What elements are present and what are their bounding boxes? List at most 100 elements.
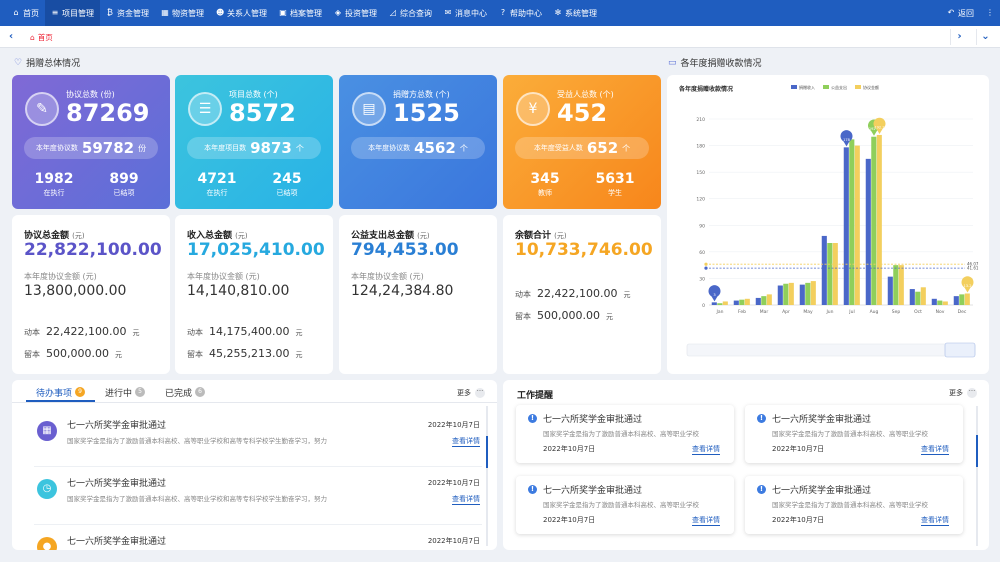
reminder-more-button[interactable]: 更多 ··· — [949, 388, 977, 398]
nav-item-4[interactable]: ☻ 关系人管理 — [210, 0, 273, 26]
reminder-detail-link[interactable]: 查看详情 — [921, 444, 949, 455]
tab-scroll-right-button[interactable]: › — [950, 29, 968, 45]
reminder-card-desc: 国家奖学金是指为了激励普通本科高校、高等职业学校 — [543, 501, 699, 509]
amount-annual-label: 本年度协议金额 (元) — [187, 272, 260, 281]
chart-title: 各年度捐赠收款情况 — [678, 85, 733, 93]
todo-item[interactable]: ▦ 七一六所奖学金审批通过 国家奖学金是指为了激励普通本科高校、高等职业学校和高等专… — [34, 418, 484, 468]
bar — [865, 158, 871, 305]
nav-item-5[interactable]: ▣ 档案管理 — [273, 0, 328, 26]
todo-tab-2[interactable]: 已完成 6 — [155, 380, 215, 402]
todo-more-label: 更多 — [457, 389, 471, 397]
nav-item-6[interactable]: ◈ 投资管理 — [328, 0, 383, 26]
todo-item[interactable]: ◷ 七一六所奖学金审批通过 国家奖学金是指为了激励普通本科高校、高等职业学校和高等专… — [34, 476, 484, 526]
kpi-sub-value: 245 — [272, 171, 302, 187]
x-tick-label: Jan — [716, 309, 724, 315]
nav-item-1[interactable]: ≡ 项目管理 — [45, 0, 100, 26]
amount-annual-value: 124,24,384.80 — [351, 283, 454, 299]
bar — [717, 303, 723, 305]
tab-home[interactable]: ⌂ 首页 — [26, 30, 57, 44]
todo-title: 七一六所奖学金审批通过 — [67, 479, 167, 489]
divider — [34, 466, 482, 467]
reminder-card[interactable]: ! 七一六所奖学金审批通过 国家奖学金是指为了激励普通本科高校、高等职业学校 2022… — [745, 405, 963, 463]
home-icon: ⌂ — [30, 32, 35, 42]
zoom-slider-track[interactable] — [686, 343, 976, 357]
amount-detail-row: 动本 22,422,100.00 元 — [24, 325, 139, 338]
zoom-slider-handle[interactable] — [944, 342, 976, 358]
x-tick-label: Mar — [760, 309, 769, 315]
todo-item[interactable]: ● 七一六所奖学金审批通过 2022年10月7日 — [34, 534, 484, 550]
nav-item-7[interactable]: ◿ 综合查询 — [383, 0, 438, 26]
nav-item-8[interactable]: ✉ 消息中心 — [438, 0, 493, 26]
contact-card-icon: ▤ — [352, 92, 386, 126]
bar — [931, 298, 937, 305]
y-tick-label: 0 — [702, 303, 705, 309]
calendar-icon: ▦ — [37, 421, 57, 441]
todo-tab-0[interactable]: 待办事项 9 — [26, 380, 96, 402]
reminder-card[interactable]: ! 七一六所奖学金审批通过 国家奖学金是指为了激励普通本科高校、高等职业学校 2022… — [516, 476, 734, 534]
bar — [937, 300, 943, 305]
reminder-detail-link[interactable]: 查看详情 — [692, 515, 720, 526]
reminder-card-date: 2022年10月7日 — [772, 445, 825, 453]
clipboard-icon: ☰ — [188, 92, 222, 126]
reminder-scrollbar-thumb[interactable] — [976, 435, 978, 467]
todo-scrollbar[interactable] — [486, 406, 488, 546]
todo-tab-count-badge: 5 — [135, 387, 146, 397]
yearly-bar-chart: 各年度捐赠收款情况 捐赠收入 公益支出 协议金额 0 30 60 90 120 150 180 210… — [678, 84, 979, 358]
chevron-right-icon: › — [957, 31, 962, 42]
nav-item-3[interactable]: ▦ 物资管理 — [155, 0, 210, 26]
amount-value: 22,822,100.00 — [24, 240, 162, 260]
pin-marker-label: 192.2 — [874, 125, 884, 129]
mail-icon: ✉ — [444, 8, 452, 17]
more-menu-button[interactable]: ⋮ — [980, 0, 1000, 26]
kpi-card: ¥ 受益人总数 (个) 452 本年度受益人数 652 个 345 教师 5631 学生 — [503, 75, 661, 209]
todo-scrollbar-thumb[interactable] — [486, 436, 488, 468]
more-vertical-icon: ⋮ — [986, 8, 994, 17]
nav-item-label: 综合查询 — [400, 8, 432, 18]
nav-item-10[interactable]: ✻ 系统管理 — [548, 0, 603, 26]
reminder-scrollbar[interactable] — [976, 406, 978, 546]
more-dots-icon: ··· — [967, 388, 977, 398]
bar — [739, 299, 745, 305]
back-button[interactable]: ↶ 返回 — [941, 0, 980, 26]
x-tick-label: May — [803, 309, 813, 315]
kpi-sub-stat: 5631 学生 — [585, 171, 645, 198]
kpi-sub-label: 在执行 — [206, 189, 228, 197]
nav-item-9[interactable]: ? 帮助中心 — [493, 0, 548, 26]
back-label: 返回 — [958, 8, 974, 18]
reference-line-label: 41.61 — [967, 266, 979, 271]
todo-date: 2022年10月7日 — [427, 537, 480, 545]
nav-item-label: 帮助中心 — [510, 8, 542, 18]
amount-detail-value: 22,422,100.00 — [537, 287, 618, 300]
amount-detail-value: 45,255,213.00 — [209, 347, 290, 360]
kpi-annual-label: 本年度受益人数 — [533, 144, 583, 152]
reminder-card[interactable]: ! 七一六所奖学金审批通过 国家奖学金是指为了激励普通本科高校、高等职业学校 2022… — [745, 476, 963, 534]
todo-detail-link[interactable]: 查看详情 — [452, 494, 480, 505]
reminder-panel: 工作提醒 更多 ··· ! 七一六所奖学金审批通过 国家奖学金是指为了激励普通本科高… — [503, 380, 989, 550]
bar — [964, 293, 970, 305]
tab-dropdown-button[interactable]: ⌄ — [976, 29, 994, 45]
x-tick-label: Apr — [782, 309, 790, 315]
reminder-card-desc: 国家奖学金是指为了激励普通本科高校、高等职业学校 — [772, 501, 928, 509]
nav-item-label: 资金管理 — [117, 8, 149, 18]
nav-item-label: 系统管理 — [565, 8, 597, 18]
kpi-card: ✎ 协议总数 (份) 87269 本年度协议数 59782 份 1982 在执行 899 已结项 — [12, 75, 170, 209]
reminder-card[interactable]: ! 七一六所奖学金审批通过 国家奖学金是指为了激励普通本科高校、高等职业学校 2022… — [516, 405, 734, 463]
reminder-detail-link[interactable]: 查看详情 — [692, 444, 720, 455]
todo-panel: 待办事项 9 进行中 5 已完成 6 更多 ··· ▦ 七一六所奖学金审批通过 国家奖学金是指… — [12, 380, 497, 550]
tab-home-label: 首页 — [37, 32, 53, 42]
bar — [788, 282, 794, 305]
todo-detail-link[interactable]: 查看详情 — [452, 436, 480, 447]
nav-item-0[interactable]: ⌂ 首页 — [6, 0, 45, 26]
kpi-sub-stat: 245 已结项 — [257, 171, 317, 198]
x-tick-label: Sep — [892, 309, 901, 315]
todo-more-button[interactable]: 更多 ··· — [457, 388, 485, 398]
tab-scroll-left-button[interactable]: ‹ — [2, 29, 20, 45]
reminder-detail-link[interactable]: 查看详情 — [921, 515, 949, 526]
nav-item-2[interactable]: ₿ 资金管理 — [100, 0, 155, 26]
amount-detail-value: 22,422,100.00 — [46, 325, 127, 338]
people-icon: ☻ — [216, 8, 225, 17]
bar — [722, 301, 728, 305]
kpi-annual-pill: 本年度协议数 59782 份 — [24, 137, 158, 159]
todo-tab-1[interactable]: 进行中 5 — [95, 380, 155, 402]
legend-label: 公益支出 — [831, 84, 847, 90]
